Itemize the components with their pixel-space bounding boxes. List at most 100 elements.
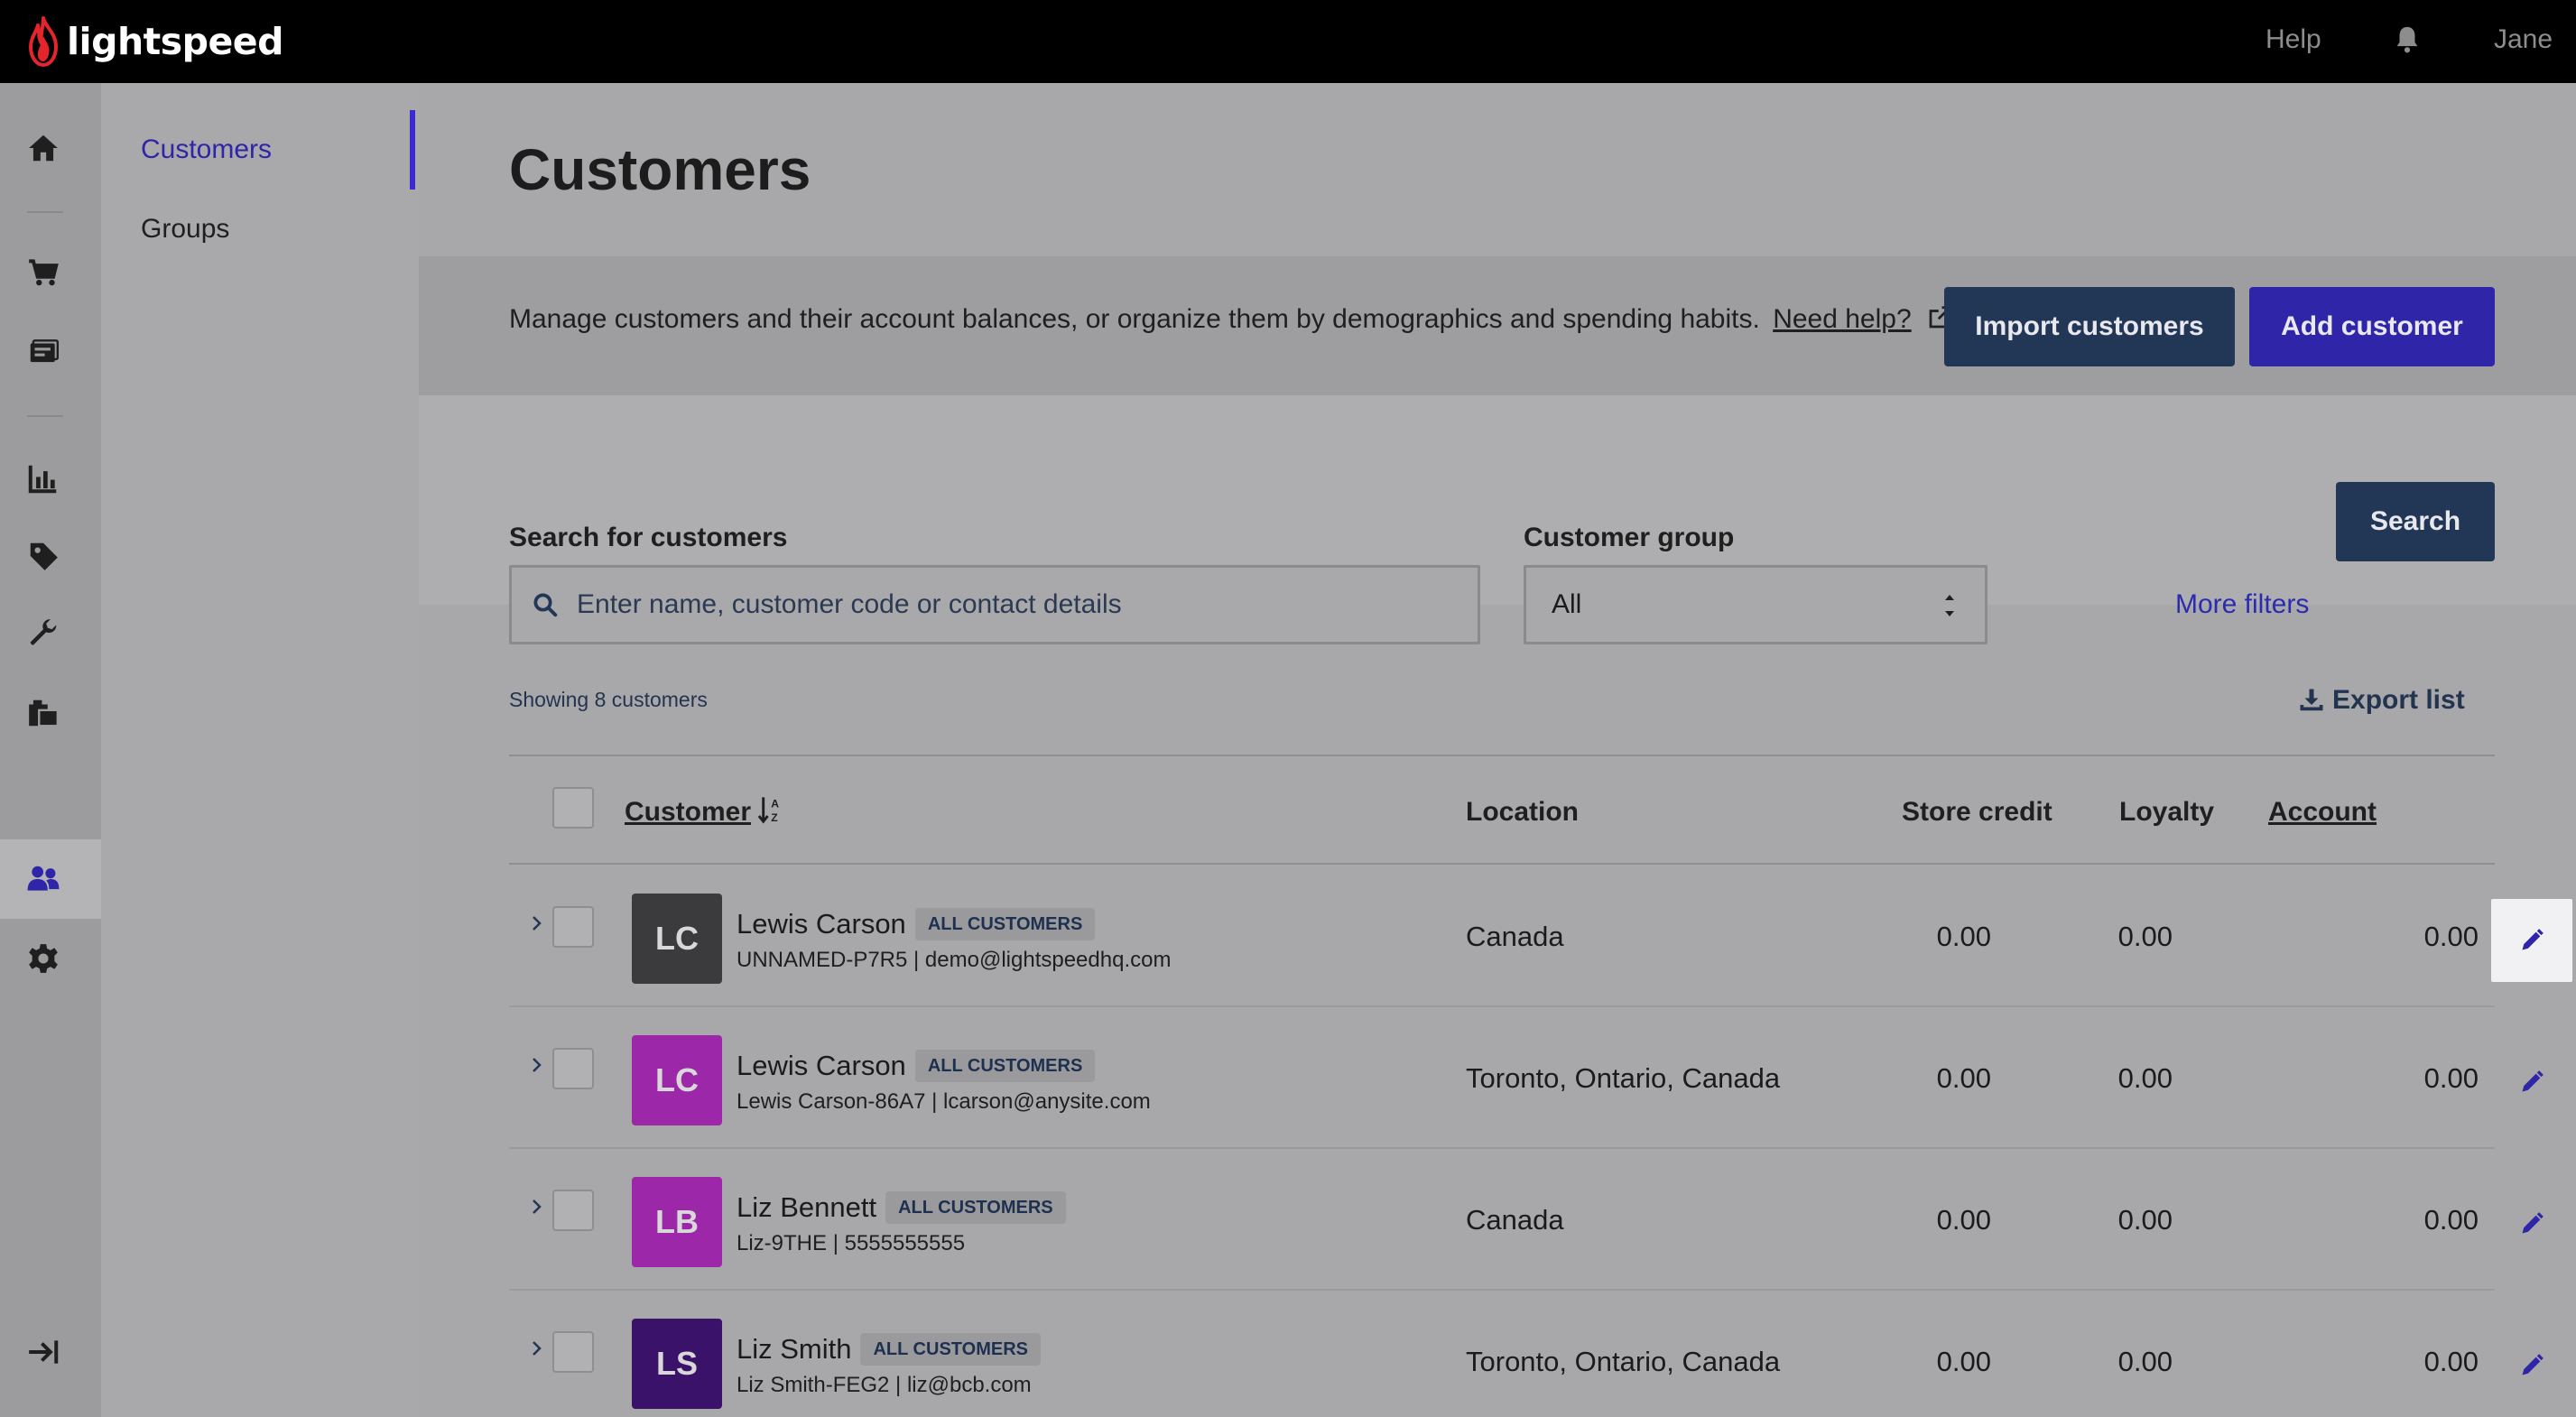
subnav-item-groups[interactable]: Groups [141, 211, 229, 247]
description-text: Manage customers and their account balan… [509, 304, 1760, 334]
svg-text:Z: Z [771, 811, 778, 824]
customer-code-contact: Liz-9THE | 5555555555 [737, 1231, 966, 1255]
account-value: 0.00 [2423, 921, 2479, 952]
loyalty-value: 0.00 [2117, 1204, 2173, 1236]
page-description: Manage customers and their account balan… [509, 301, 1953, 338]
table-row[interactable]: LC Lewis Carson ALL CUSTOMERS Lewis Carso… [509, 1006, 2544, 1149]
customer-group-label: Customer group [1524, 523, 1735, 552]
customer-name-label: Liz Smith [737, 1333, 852, 1365]
avatar: LS [632, 1319, 722, 1409]
column-header-account[interactable]: Account [2268, 794, 2377, 830]
customer-name[interactable]: Liz Smith ALL CUSTOMERS [737, 1331, 1041, 1367]
sub-navigation: Customers Groups [101, 83, 419, 1417]
account-value: 0.00 [2423, 1204, 2479, 1236]
customer-location: Toronto, Ontario, Canada [1466, 1062, 1781, 1094]
group-badge: ALL CUSTOMERS [914, 908, 1096, 940]
store-credit-value: 0.00 [1936, 1346, 1991, 1377]
subnav-item-customers[interactable]: Customers [141, 132, 272, 168]
column-header-customer-label: Customer [625, 797, 752, 827]
row-checkbox[interactable] [552, 1048, 594, 1089]
search-input[interactable] [577, 589, 1461, 620]
pencil-icon [2522, 1212, 2544, 1234]
table-top-rule [509, 755, 2495, 756]
rail-divider [27, 211, 63, 213]
gear-icon[interactable] [0, 928, 87, 989]
customer-code-contact: UNNAMED-P7R5 | demo@lightspeedhq.com [737, 948, 1172, 972]
bell-icon[interactable] [2392, 23, 2423, 56]
register-icon[interactable] [0, 321, 87, 383]
account-value: 0.00 [2423, 1062, 2479, 1094]
loyalty-value: 0.00 [2117, 921, 2173, 952]
brand-name: lightspeed [67, 20, 283, 63]
customers-icon[interactable] [0, 848, 87, 910]
expand-chevron-icon[interactable] [529, 1195, 545, 1218]
edit-button[interactable] [2491, 1182, 2572, 1265]
edit-button[interactable] [2491, 1041, 2572, 1124]
row-checkbox[interactable] [552, 1190, 594, 1231]
search-button[interactable]: Search [2336, 482, 2495, 561]
collapse-icon[interactable] [0, 1321, 87, 1383]
column-header-customer[interactable]: Customer A Z [625, 794, 783, 830]
help-link[interactable]: Help [2266, 22, 2321, 58]
select-arrows-icon [1945, 595, 1954, 616]
column-header-store-credit: Store credit [1902, 797, 2052, 827]
expand-chevron-icon[interactable] [529, 912, 545, 935]
pencil-icon [2522, 929, 2544, 950]
cart-icon[interactable] [0, 242, 87, 303]
customer-location: Canada [1466, 921, 1564, 952]
add-customer-button[interactable]: Add customer [2249, 287, 2495, 366]
customer-name[interactable]: Lewis Carson ALL CUSTOMERS [737, 1048, 1096, 1084]
user-menu[interactable]: Jane [2494, 22, 2553, 58]
edit-button[interactable] [2491, 899, 2572, 982]
subnav-active-indicator [410, 110, 415, 190]
expand-chevron-icon[interactable] [529, 1053, 545, 1077]
lightspeed-logo[interactable]: lightspeed [25, 14, 283, 69]
pencil-icon [2522, 1354, 2544, 1375]
customer-group-select[interactable]: All [1524, 565, 1988, 644]
store-credit-value: 0.00 [1936, 1204, 1991, 1236]
table-row[interactable]: LC Lewis Carson ALL CUSTOMERS UNNAMED-P7R… [509, 865, 2572, 1007]
export-list-button[interactable]: Export list [2298, 682, 2465, 718]
need-help-link[interactable]: Need help? [1773, 304, 1911, 334]
customer-code-contact: Liz Smith-FEG2 | liz@bcb.com [737, 1373, 1032, 1397]
wrench-icon[interactable] [0, 603, 87, 664]
store-credit-value: 0.00 [1936, 1062, 1991, 1094]
customer-name[interactable]: Lewis Carson ALL CUSTOMERS [737, 906, 1096, 942]
group-badge: ALL CUSTOMERS [885, 1191, 1066, 1224]
search-icon [533, 593, 558, 617]
loyalty-value: 0.00 [2117, 1346, 2173, 1377]
table-row[interactable]: LS Liz Smith ALL CUSTOMERS Liz Smith-FEG2… [509, 1290, 2544, 1417]
tag-icon[interactable] [0, 525, 87, 587]
customer-code-contact: Lewis Carson-86A7 | lcarson@anysite.com [737, 1089, 1151, 1114]
customer-name-label: Lewis Carson [737, 1050, 906, 1081]
table-row[interactable]: LB Liz Bennett ALL CUSTOMERS Liz-9THE | 5… [509, 1148, 2544, 1291]
customer-name[interactable]: Liz Bennett ALL CUSTOMERS [737, 1190, 1066, 1226]
icon-rail [0, 83, 101, 1417]
column-header-loyalty: Loyalty [2119, 797, 2215, 827]
filter-band: Search for customers Customer group All … [419, 395, 2576, 644]
row-checkbox[interactable] [552, 1331, 594, 1373]
showing-count: Showing 8 customers [509, 688, 708, 711]
customer-location: Toronto, Ontario, Canada [1466, 1346, 1781, 1377]
select-all-checkbox[interactable] [552, 787, 594, 829]
row-checkbox[interactable] [552, 906, 594, 948]
group-badge: ALL CUSTOMERS [860, 1333, 1041, 1366]
search-label: Search for customers [509, 523, 788, 552]
customer-location: Canada [1466, 1204, 1564, 1236]
export-list-label: Export list [2332, 685, 2465, 715]
reports-icon[interactable] [0, 448, 87, 509]
edit-button[interactable] [2491, 1324, 2572, 1407]
more-filters-link[interactable]: More filters [2175, 587, 2309, 623]
pencil-icon [2522, 1070, 2544, 1092]
customer-name-label: Lewis Carson [737, 908, 906, 940]
home-icon[interactable] [0, 117, 87, 179]
inventory-icon[interactable] [0, 682, 87, 744]
customer-group-value: All [1552, 589, 1582, 619]
expand-chevron-icon[interactable] [529, 1337, 545, 1360]
svg-text:A: A [771, 797, 779, 810]
sort-az-icon: AZ [757, 797, 779, 824]
search-field[interactable] [509, 565, 1480, 644]
import-customers-button[interactable]: Import customers [1944, 287, 2235, 366]
account-value: 0.00 [2423, 1346, 2479, 1377]
avatar: LC [632, 1035, 722, 1125]
